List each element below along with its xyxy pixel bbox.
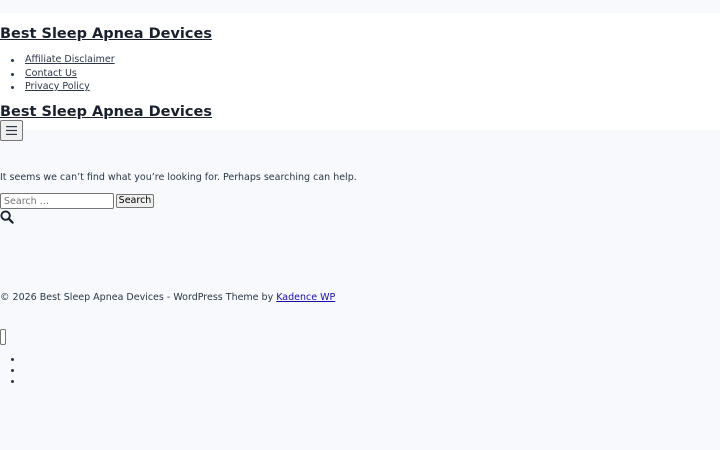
no-results-message: It seems we can’t find what you’re looki…	[0, 172, 357, 183]
site-header: Best Sleep Apnea Devices Affiliate Discl…	[0, 13, 720, 141]
mobile-site-title-link[interactable]: Best Sleep Apnea Devices	[0, 103, 212, 121]
nav-link-affiliate-disclaimer[interactable]: Affiliate Disclaimer	[25, 54, 115, 65]
nav-item-affiliate-disclaimer: Affiliate Disclaimer	[0, 53, 115, 67]
page: Best Sleep Apnea Devices Affiliate Discl…	[0, 0, 720, 450]
drawer-menu-list	[0, 354, 20, 388]
drawer-menu-item[interactable]	[0, 354, 20, 365]
search-input[interactable]	[0, 193, 114, 209]
drawer-menu-item[interactable]	[0, 365, 20, 376]
drawer-close-button[interactable]	[0, 329, 6, 345]
search-button[interactable]: Search	[116, 194, 154, 208]
menu-toggle-button[interactable]	[0, 120, 23, 141]
hamburger-icon	[6, 126, 17, 135]
nav-item-privacy-policy: Privacy Policy	[0, 80, 115, 94]
drawer-menu-item[interactable]	[0, 376, 20, 387]
nav-link-contact-us[interactable]: Contact Us	[25, 68, 77, 79]
footer-theme-link[interactable]: Kadence WP	[276, 292, 335, 303]
nav-link-privacy-policy[interactable]: Privacy Policy	[25, 81, 90, 92]
footer-copyright: © 2026 Best Sleep Apnea Devices - WordPr…	[0, 292, 277, 303]
nav-item-contact-us: Contact Us	[0, 67, 115, 81]
site-title-link[interactable]: Best Sleep Apnea Devices	[0, 25, 212, 43]
search-icon[interactable]	[0, 210, 14, 224]
primary-navigation: Affiliate Disclaimer Contact Us Privacy …	[0, 53, 115, 94]
footer-credit: © 2026 Best Sleep Apnea Devices - WordPr…	[0, 292, 335, 304]
